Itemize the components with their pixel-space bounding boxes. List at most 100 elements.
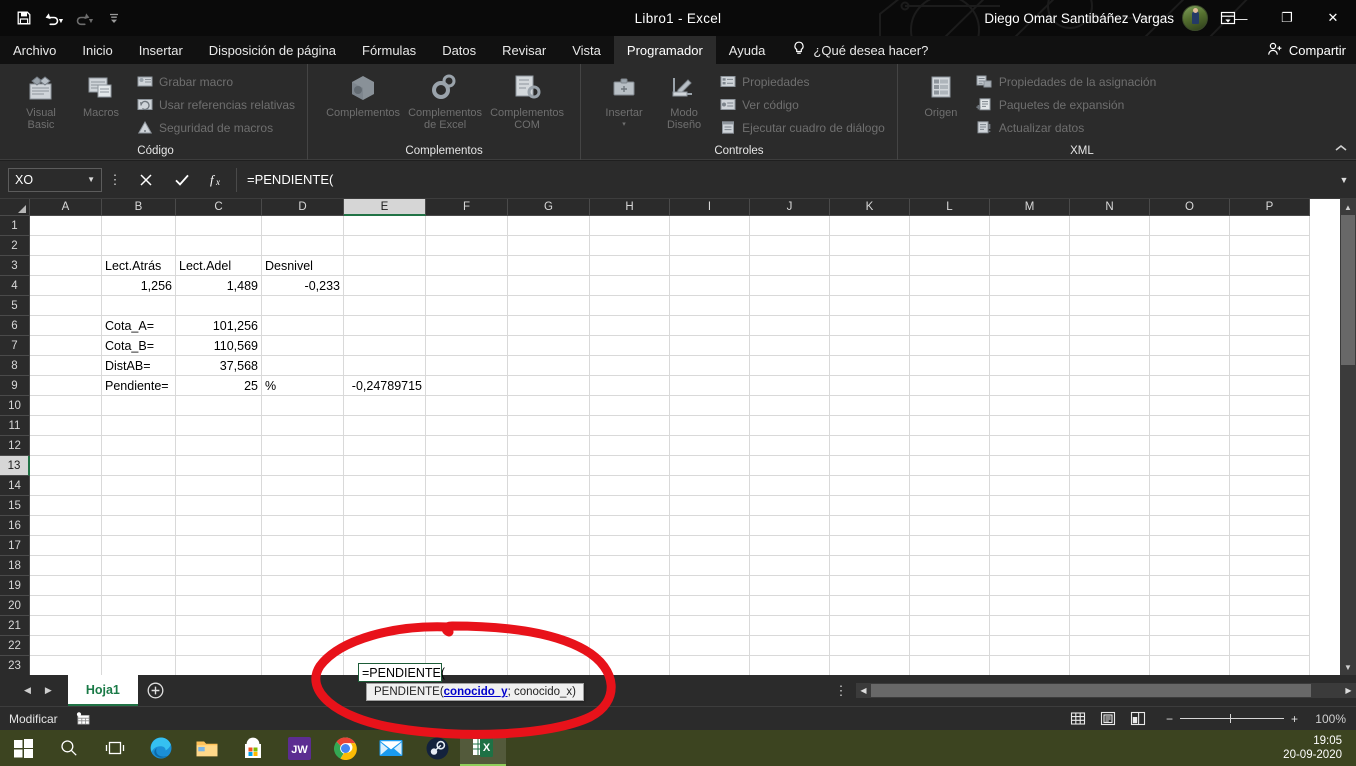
cell-D9[interactable]: %	[262, 376, 344, 396]
cell-H17[interactable]	[590, 536, 670, 556]
cell-N17[interactable]	[1070, 536, 1150, 556]
collapse-ribbon-icon[interactable]	[1334, 142, 1348, 156]
cell-J20[interactable]	[750, 596, 830, 616]
column-header-b[interactable]: B	[102, 199, 176, 216]
cell-G20[interactable]	[508, 596, 590, 616]
cell-J23[interactable]	[750, 656, 830, 675]
scroll-down-icon[interactable]: ▼	[1340, 659, 1356, 675]
cell-B5[interactable]	[102, 296, 176, 316]
cell-L21[interactable]	[910, 616, 990, 636]
cell-G18[interactable]	[508, 556, 590, 576]
row-header-21[interactable]: 21	[0, 616, 30, 636]
tab-inicio[interactable]: Inicio	[69, 36, 125, 64]
cell-B22[interactable]	[102, 636, 176, 656]
row-header-17[interactable]: 17	[0, 536, 30, 556]
cell-A14[interactable]	[30, 476, 102, 496]
cell-C11[interactable]	[176, 416, 262, 436]
redo-icon[interactable]: ▼	[70, 5, 98, 31]
cell-O19[interactable]	[1150, 576, 1230, 596]
row-header-16[interactable]: 16	[0, 516, 30, 536]
cell-F9[interactable]	[426, 376, 508, 396]
cell-C5[interactable]	[176, 296, 262, 316]
search-button[interactable]	[46, 730, 92, 766]
cell-D13[interactable]	[262, 456, 344, 476]
row-header-10[interactable]: 10	[0, 396, 30, 416]
cell-O7[interactable]	[1150, 336, 1230, 356]
cell-A6[interactable]	[30, 316, 102, 336]
cell-A13[interactable]	[30, 456, 102, 476]
cell-H13[interactable]	[590, 456, 670, 476]
cell-F20[interactable]	[426, 596, 508, 616]
undo-icon[interactable]: ▼	[40, 5, 68, 31]
cell-A19[interactable]	[30, 576, 102, 596]
page-layout-icon[interactable]	[1094, 708, 1122, 730]
cell-A23[interactable]	[30, 656, 102, 675]
cell-H6[interactable]	[590, 316, 670, 336]
cell-D2[interactable]	[262, 236, 344, 256]
row-header-20[interactable]: 20	[0, 596, 30, 616]
cell-M2[interactable]	[990, 236, 1070, 256]
cell-L10[interactable]	[910, 396, 990, 416]
cell-M19[interactable]	[990, 576, 1070, 596]
cell-G7[interactable]	[508, 336, 590, 356]
row-header-15[interactable]: 15	[0, 496, 30, 516]
cell-M13[interactable]	[990, 456, 1070, 476]
cell-B13[interactable]	[102, 456, 176, 476]
tab-insertar[interactable]: Insertar	[126, 36, 196, 64]
cell-K3[interactable]	[830, 256, 910, 276]
column-header-f[interactable]: F	[426, 199, 508, 216]
cell-F11[interactable]	[426, 416, 508, 436]
cell-K15[interactable]	[830, 496, 910, 516]
cell-M15[interactable]	[990, 496, 1070, 516]
column-header-g[interactable]: G	[508, 199, 590, 216]
sheet-tab-hoja1[interactable]: Hoja1	[67, 675, 138, 706]
cell-O12[interactable]	[1150, 436, 1230, 456]
macro-record-status-icon[interactable]	[76, 711, 91, 726]
next-sheet-icon[interactable]: ▶	[45, 685, 52, 696]
cell-A12[interactable]	[30, 436, 102, 456]
cell-A16[interactable]	[30, 516, 102, 536]
cell-H7[interactable]	[590, 336, 670, 356]
cell-A22[interactable]	[30, 636, 102, 656]
cell-N15[interactable]	[1070, 496, 1150, 516]
cell-L18[interactable]	[910, 556, 990, 576]
cell-C9[interactable]: 25	[176, 376, 262, 396]
cell-H22[interactable]	[590, 636, 670, 656]
cell-J2[interactable]	[750, 236, 830, 256]
cell-K6[interactable]	[830, 316, 910, 336]
cell-I14[interactable]	[670, 476, 750, 496]
cell-B21[interactable]	[102, 616, 176, 636]
cell-G3[interactable]	[508, 256, 590, 276]
cell-L12[interactable]	[910, 436, 990, 456]
cell-D7[interactable]	[262, 336, 344, 356]
cell-I3[interactable]	[670, 256, 750, 276]
cell-N9[interactable]	[1070, 376, 1150, 396]
cell-E4[interactable]	[344, 276, 426, 296]
cell-N13[interactable]	[1070, 456, 1150, 476]
cell-K17[interactable]	[830, 536, 910, 556]
cell-P13[interactable]	[1230, 456, 1310, 476]
cell-D20[interactable]	[262, 596, 344, 616]
cell-B8[interactable]: DistAB=	[102, 356, 176, 376]
scroll-right-icon[interactable]: ▶	[1341, 683, 1356, 698]
row-header-2[interactable]: 2	[0, 236, 30, 256]
cell-J5[interactable]	[750, 296, 830, 316]
cell-K16[interactable]	[830, 516, 910, 536]
tab-disposicion-de-pagina[interactable]: Disposición de página	[196, 36, 349, 64]
cell-N1[interactable]	[1070, 216, 1150, 236]
cell-K14[interactable]	[830, 476, 910, 496]
cell-I21[interactable]	[670, 616, 750, 636]
cell-B2[interactable]	[102, 236, 176, 256]
cell-A17[interactable]	[30, 536, 102, 556]
cell-C14[interactable]	[176, 476, 262, 496]
cell-N12[interactable]	[1070, 436, 1150, 456]
cell-E22[interactable]	[344, 636, 426, 656]
cell-M14[interactable]	[990, 476, 1070, 496]
cell-H20[interactable]	[590, 596, 670, 616]
cell-M10[interactable]	[990, 396, 1070, 416]
column-header-j[interactable]: J	[750, 199, 830, 216]
cell-I19[interactable]	[670, 576, 750, 596]
cell-E8[interactable]	[344, 356, 426, 376]
chrome-button[interactable]	[322, 730, 368, 766]
addins-button[interactable]: Complementos	[326, 68, 400, 119]
